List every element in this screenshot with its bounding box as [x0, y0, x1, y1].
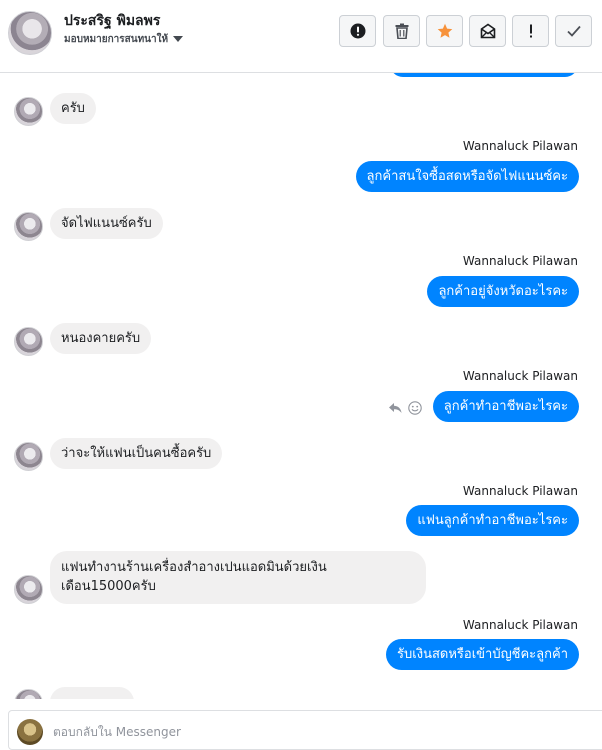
reply-arrow-icon[interactable] — [388, 402, 402, 414]
page-avatar — [17, 719, 43, 745]
contact-avatar-small — [14, 689, 43, 699]
message-text-line: แฟนทำงานร้านเครื่องสำอางเปนแอดมินด้วยเงิ… — [61, 560, 327, 575]
sender-name: Wannaluck Pilawan — [462, 369, 578, 383]
incoming-message-bubble[interactable] — [50, 687, 134, 699]
caret-down-icon — [173, 36, 184, 42]
assign-conversation-dropdown[interactable]: มอบหมายการสนทนาให้ — [64, 32, 184, 47]
exclamation-circle-icon — [350, 23, 365, 39]
outgoing-message-bubble[interactable]: รับเงินสดหรือเข้าบัญชีคะลูกค้า — [386, 639, 579, 670]
mark-spam-button[interactable] — [339, 15, 376, 47]
outgoing-message-bubble[interactable]: แฟนลูกค้าทำอาชีพอะไรคะ — [406, 505, 579, 536]
contact-avatar-small — [14, 212, 43, 241]
open-envelope-icon — [480, 23, 495, 39]
outgoing-message-bubble[interactable]: ลูกค้าทำอาชีพอะไรคะ — [432, 391, 579, 422]
message-hover-actions — [388, 401, 422, 415]
trash-icon — [395, 23, 408, 39]
contact-avatar-small — [14, 575, 43, 604]
incoming-message-bubble[interactable]: จัดไฟแนนซ์ครับ — [50, 208, 163, 239]
checkmark-icon — [566, 25, 581, 37]
follow-up-button[interactable] — [512, 15, 549, 47]
star-icon — [437, 23, 452, 38]
message-thread[interactable]: ครับ Wannaluck Pilawan ลูกค้าสนใจซื้อสดห… — [0, 73, 602, 699]
contact-avatar-small — [14, 442, 43, 471]
incoming-message-bubble[interactable]: แฟนทำงานร้านเครื่องสำอางเปนแอดมินด้วยเงิ… — [50, 551, 426, 604]
contact-avatar[interactable] — [8, 11, 52, 55]
sender-name: Wannaluck Pilawan — [462, 484, 578, 498]
sender-name: Wannaluck Pilawan — [462, 139, 578, 153]
conversation-header: ประสริฐ พิมลพร มอบหมายการสนทนาให้ — [0, 0, 602, 73]
star-button[interactable] — [426, 15, 463, 47]
reply-composer[interactable]: ตอบกลับใน Messenger — [8, 710, 602, 750]
delete-button[interactable] — [383, 15, 420, 47]
mark-unread-button[interactable] — [469, 15, 506, 47]
sender-name: Wannaluck Pilawan — [462, 618, 578, 632]
incoming-message-bubble[interactable]: หนองคายครับ — [50, 323, 152, 354]
contact-avatar-small — [14, 97, 43, 126]
sender-name: Wannaluck Pilawan — [462, 254, 578, 268]
exclamation-icon — [529, 24, 532, 38]
contact-avatar-small — [14, 327, 43, 356]
incoming-message-bubble[interactable]: ครับ — [50, 93, 96, 124]
emoji-react-icon[interactable] — [408, 401, 422, 415]
incoming-message-bubble[interactable]: ว่าจะให้แฟนเป็นคนซื้อครับ — [50, 438, 223, 469]
outgoing-message-bubble[interactable]: ลูกค้าอยู่จังหวัดอะไรคะ — [427, 276, 579, 307]
mark-done-button[interactable] — [555, 15, 592, 47]
outgoing-message-bubble[interactable] — [390, 73, 578, 77]
assign-label: มอบหมายการสนทนาให้ — [64, 34, 169, 45]
message-text-line: เดือน15000ครับ — [61, 579, 156, 594]
contact-name[interactable]: ประสริฐ พิมลพร — [64, 10, 160, 32]
outgoing-message-bubble[interactable]: ลูกค้าสนใจซื้อสดหรือจัดไฟแนนซ์คะ — [355, 161, 579, 192]
reply-input[interactable]: ตอบกลับใน Messenger — [53, 723, 181, 742]
